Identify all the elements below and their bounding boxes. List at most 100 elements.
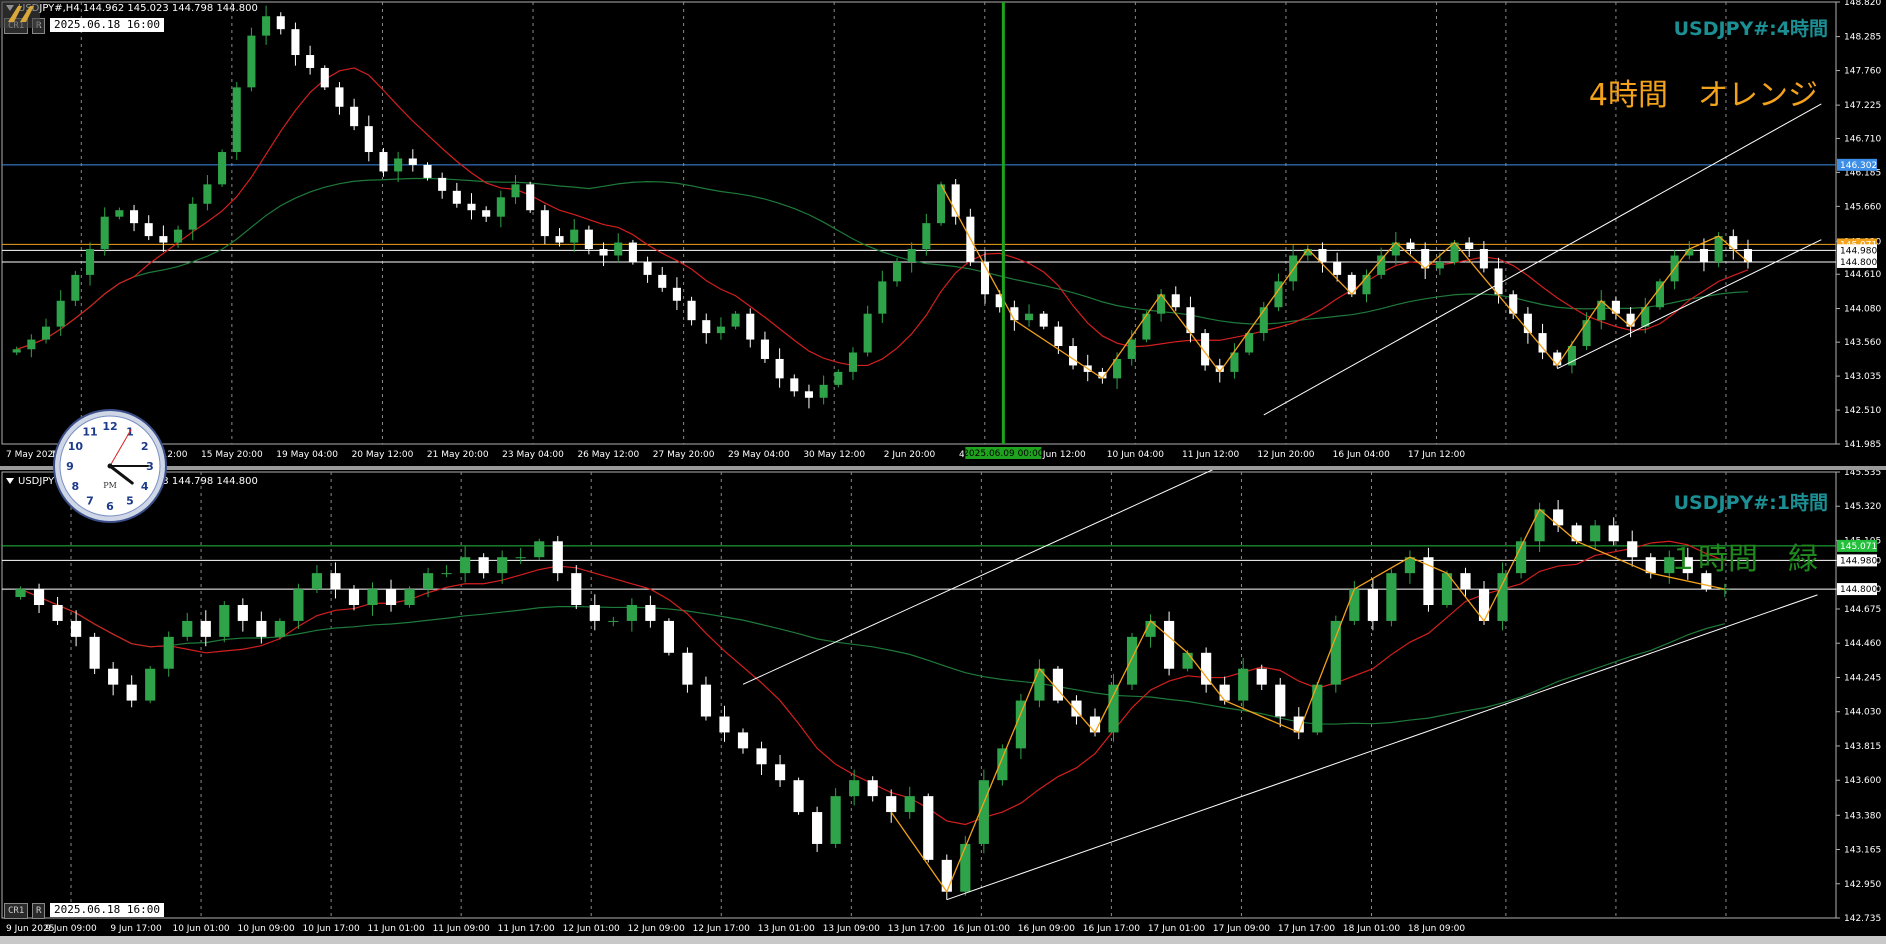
h4-candle: [1069, 346, 1078, 366]
h4-candle: [1494, 268, 1503, 295]
h1-candle: [163, 636, 174, 669]
h1-candle: [812, 812, 823, 844]
h4-candle: [716, 326, 725, 334]
h1-candle: [1367, 589, 1378, 621]
h4-x-tick: 10 Jun 04:00: [1107, 450, 1164, 460]
h1-candle: [293, 589, 304, 621]
h1-candle: [15, 589, 26, 598]
h1-candle: [774, 764, 786, 781]
h1-candle: [1349, 589, 1360, 621]
h1-datetime-label: 2025.06.18 16:00: [50, 903, 164, 917]
h1-candle: [1163, 620, 1175, 669]
h1-candle: [1534, 509, 1545, 542]
h1-ma-slow: [20, 588, 1725, 725]
analog-clock: 121234567891011 PM: [53, 409, 167, 523]
h4-candle: [1054, 326, 1063, 347]
h4-price-label: 144.800: [1840, 258, 1877, 268]
h1-x-tick: 16 Jun 01:00: [953, 924, 1010, 934]
h1-candle: [626, 605, 637, 621]
h4-candle: [144, 223, 153, 237]
clock-ampm: PM: [103, 481, 117, 490]
h1-candle: [311, 573, 323, 590]
h1-candle: [608, 620, 619, 622]
collapse-triangle-icon[interactable]: [6, 478, 14, 484]
h1-r-button[interactable]: R: [32, 903, 46, 919]
h4-channel-upper[interactable]: [1263, 103, 1822, 416]
h1-cr-button[interactable]: CR1: [4, 903, 29, 919]
h1-x-tick: 10 Jun 01:00: [172, 924, 229, 934]
h4-symbol-line: USDJPY#,H4 144.962 145.023 144.798 144.8…: [6, 3, 258, 14]
h4-candle: [1509, 294, 1518, 314]
h1-candle: [1238, 668, 1249, 701]
h4-candle: [892, 261, 902, 282]
h4-candle: [85, 249, 95, 275]
h4-candle: [1538, 333, 1547, 353]
h1-candle: [1071, 700, 1082, 717]
h1-candle: [200, 620, 211, 637]
h4-candle: [482, 210, 491, 217]
h4-candle: [922, 223, 931, 250]
h4-price-label: 144.980: [1840, 246, 1877, 256]
h1-x-tick: 18 Jun 01:00: [1343, 924, 1400, 934]
h4-candle: [614, 242, 623, 256]
h4-y-tick: 145.660: [1844, 202, 1881, 212]
h4-candle: [687, 300, 696, 321]
h1-x-tick: 13 Jun 09:00: [823, 924, 880, 934]
h1-channel-lower[interactable]: [946, 594, 1818, 901]
h1-candle: [756, 748, 767, 765]
h4-note: 4時間 オレンジ: [1588, 78, 1818, 113]
h1-candle: [960, 843, 971, 892]
h4-candle: [306, 55, 315, 68]
h4-plot-frame: [1, 1, 1837, 445]
h4-y-tick: 141.985: [1844, 440, 1881, 450]
h1-x-tick: 16 Jun 17:00: [1083, 924, 1140, 934]
h4-x-tick: 21 May 20:00: [427, 450, 489, 460]
h4-y-tick: 144.080: [1844, 305, 1881, 315]
h4-candle: [320, 67, 329, 88]
h1-chart-canvas[interactable]: 9 Jun 20259 Jun 09:00 9 Jun 17:00 10 Jun 0…: [0, 470, 1886, 944]
h4-candle: [27, 339, 36, 350]
h1-channel-upper[interactable]: [742, 470, 1817, 685]
h4-candle: [1127, 339, 1136, 359]
h1-candle: [367, 589, 378, 606]
h4-x-tick: 11 Jun 12:00: [1182, 450, 1239, 460]
clock-number: 9: [66, 460, 74, 473]
h4-x-tick: 27 May 20:00: [653, 450, 715, 460]
h1-candle: [1608, 525, 1619, 542]
h1-x-tick: 11 Jun 17:00: [498, 924, 555, 934]
h1-candle: [737, 732, 749, 749]
h1-candle: [1182, 652, 1193, 669]
h1-candle: [589, 605, 600, 621]
h4-x-tick: 17 Jun 12:00: [1408, 450, 1465, 460]
h1-y-tick: 145.320: [1844, 502, 1881, 512]
h1-price-label: 144.980: [1840, 556, 1877, 566]
h1-y-tick: 142.735: [1844, 914, 1881, 924]
h4-symbol-text: USDJPY#,H4 144.962 145.023 144.798 144.8…: [18, 3, 258, 14]
h4-candle: [159, 236, 168, 243]
clock-number: 10: [68, 440, 84, 453]
h4-candle: [1039, 313, 1048, 327]
h1-candle: [1627, 541, 1638, 558]
h1-x-tick: 17 Jun 01:00: [1148, 924, 1205, 934]
h4-zigzag: [940, 184, 1749, 380]
h1-candle: [478, 557, 489, 574]
h1-chart-title: USDJPY#:1時間: [1673, 492, 1828, 514]
h1-candle: [1256, 668, 1267, 685]
h4-candle: [819, 384, 828, 398]
h1-candle: [404, 589, 415, 606]
h1-candle: [1590, 525, 1601, 542]
h1-chart-pane[interactable]: 9 Jun 2025 9 Jun 09:00 9 Jun 17:00 10 Jun 0…: [0, 470, 1886, 944]
h4-candle: [540, 210, 549, 237]
h1-x-tick: 9 Jun 17:00: [110, 924, 162, 934]
h1-candle: [1423, 557, 1434, 606]
h1-y-tick: 142.950: [1844, 880, 1881, 890]
h1-y-tick: 145.535: [1844, 470, 1881, 478]
h1-candle: [145, 668, 156, 701]
h4-chart-pane[interactable]: 7 May 202513 May 04:0014 May 12:0015 May…: [0, 0, 1886, 466]
h4-candle: [1553, 352, 1562, 366]
h4-ma-slow: [16, 177, 1749, 350]
h1-candle: [385, 589, 397, 606]
h4-candle: [1655, 281, 1664, 308]
h4-candle: [804, 391, 813, 398]
h4-candle: [130, 210, 139, 224]
